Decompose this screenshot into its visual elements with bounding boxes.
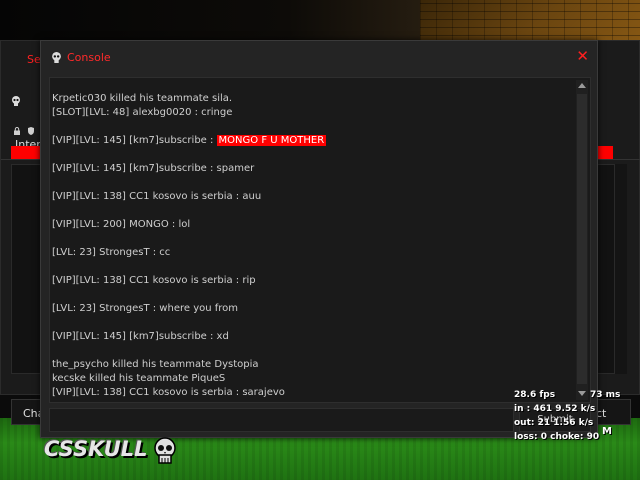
- log-spacer: [52, 204, 572, 218]
- log-line: [SLOT][LVL: 48] alexbg0020 : cringe: [52, 107, 233, 118]
- console-output[interactable]: Krpetic030 killed his teammate sila. [SLO…: [49, 77, 591, 403]
- log-spacer: [52, 232, 572, 246]
- log-line: [VIP][LVL: 145] [km7]subscribe : MONGO F…: [52, 134, 572, 148]
- lock-icon: [14, 127, 20, 135]
- log-line-prefix: [VIP][LVL: 145] [km7]subscribe :: [52, 135, 217, 146]
- log-line: [VIP][LVL: 138] CC1 kosovo is serbia : r…: [52, 275, 256, 286]
- log-line: the_psycho killed his teammate Dystopia: [52, 359, 259, 370]
- log-line: [VIP][LVL: 138] CC1 kosovo is serbia : s…: [52, 387, 285, 398]
- console-title: Console: [67, 51, 111, 64]
- console-scrollbar[interactable]: [576, 80, 588, 400]
- selected-server-row-right[interactable]: [598, 146, 613, 159]
- log-line: [VIP][LVL: 200] MONGO : lol: [52, 219, 191, 230]
- console-command-input[interactable]: [49, 408, 514, 432]
- shield-icon: [28, 127, 34, 135]
- selected-server-row-left[interactable]: [11, 146, 41, 159]
- skull-icon: [12, 96, 20, 106]
- console-log: Krpetic030 killed his teammate sila. [SLO…: [52, 92, 572, 400]
- scrollbar-thumb[interactable]: [577, 94, 587, 384]
- skull-icon: [154, 437, 176, 464]
- highlighted-message: MONGO F U MOTHER: [216, 135, 327, 146]
- net-graph-marker: M: [602, 426, 612, 437]
- console-window: Console ✕ Krpetic030 killed his teammate…: [40, 40, 598, 438]
- log-line: [VIP][LVL: 145] [km7]subscribe : spamer: [52, 163, 255, 174]
- background-window-title: Se: [27, 53, 41, 66]
- net-graph-loss: loss: 0 choke: 90: [514, 432, 600, 442]
- log-line: [VIP][LVL: 138] CC1 kosovo is serbia : a…: [52, 191, 262, 202]
- net-graph-in: in : 461 9.52 k/s: [514, 404, 596, 414]
- log-line: Krpetic030 killed his teammate sila.: [52, 93, 233, 104]
- log-line: [VIP][LVL: 145] [km7]subscribe : xd: [52, 331, 229, 342]
- net-graph-out: out: 21 1.56 k/s: [514, 418, 594, 428]
- server-logo-text: CSSKULL: [44, 437, 148, 461]
- net-graph: 28.6 fps 73 ms in : 461 9.52 k/s out: 21…: [514, 388, 638, 444]
- log-spacer: [52, 288, 572, 302]
- skull-icon: [52, 52, 61, 63]
- log-spacer: [52, 148, 572, 162]
- log-spacer: [52, 316, 572, 330]
- fps-value: 28.6 fps: [514, 390, 556, 400]
- log-line: [LVL: 23] StrongesT : cc: [52, 247, 171, 258]
- server-list-scrollbar[interactable]: [615, 164, 627, 374]
- log-line: [LVL: 23] StrongesT : where you from: [52, 303, 239, 314]
- scroll-up-icon[interactable]: [578, 83, 586, 88]
- log-spacer: [52, 176, 572, 190]
- latency-value: 73 ms: [590, 390, 621, 400]
- log-line: kecske killed his teammate PiqueS: [52, 373, 226, 384]
- net-graph-row: 28.6 fps 73 ms: [514, 388, 638, 402]
- close-icon[interactable]: ✕: [576, 47, 589, 65]
- log-spacer: [52, 344, 572, 358]
- log-spacer: [52, 260, 572, 274]
- log-spacer: [52, 120, 572, 134]
